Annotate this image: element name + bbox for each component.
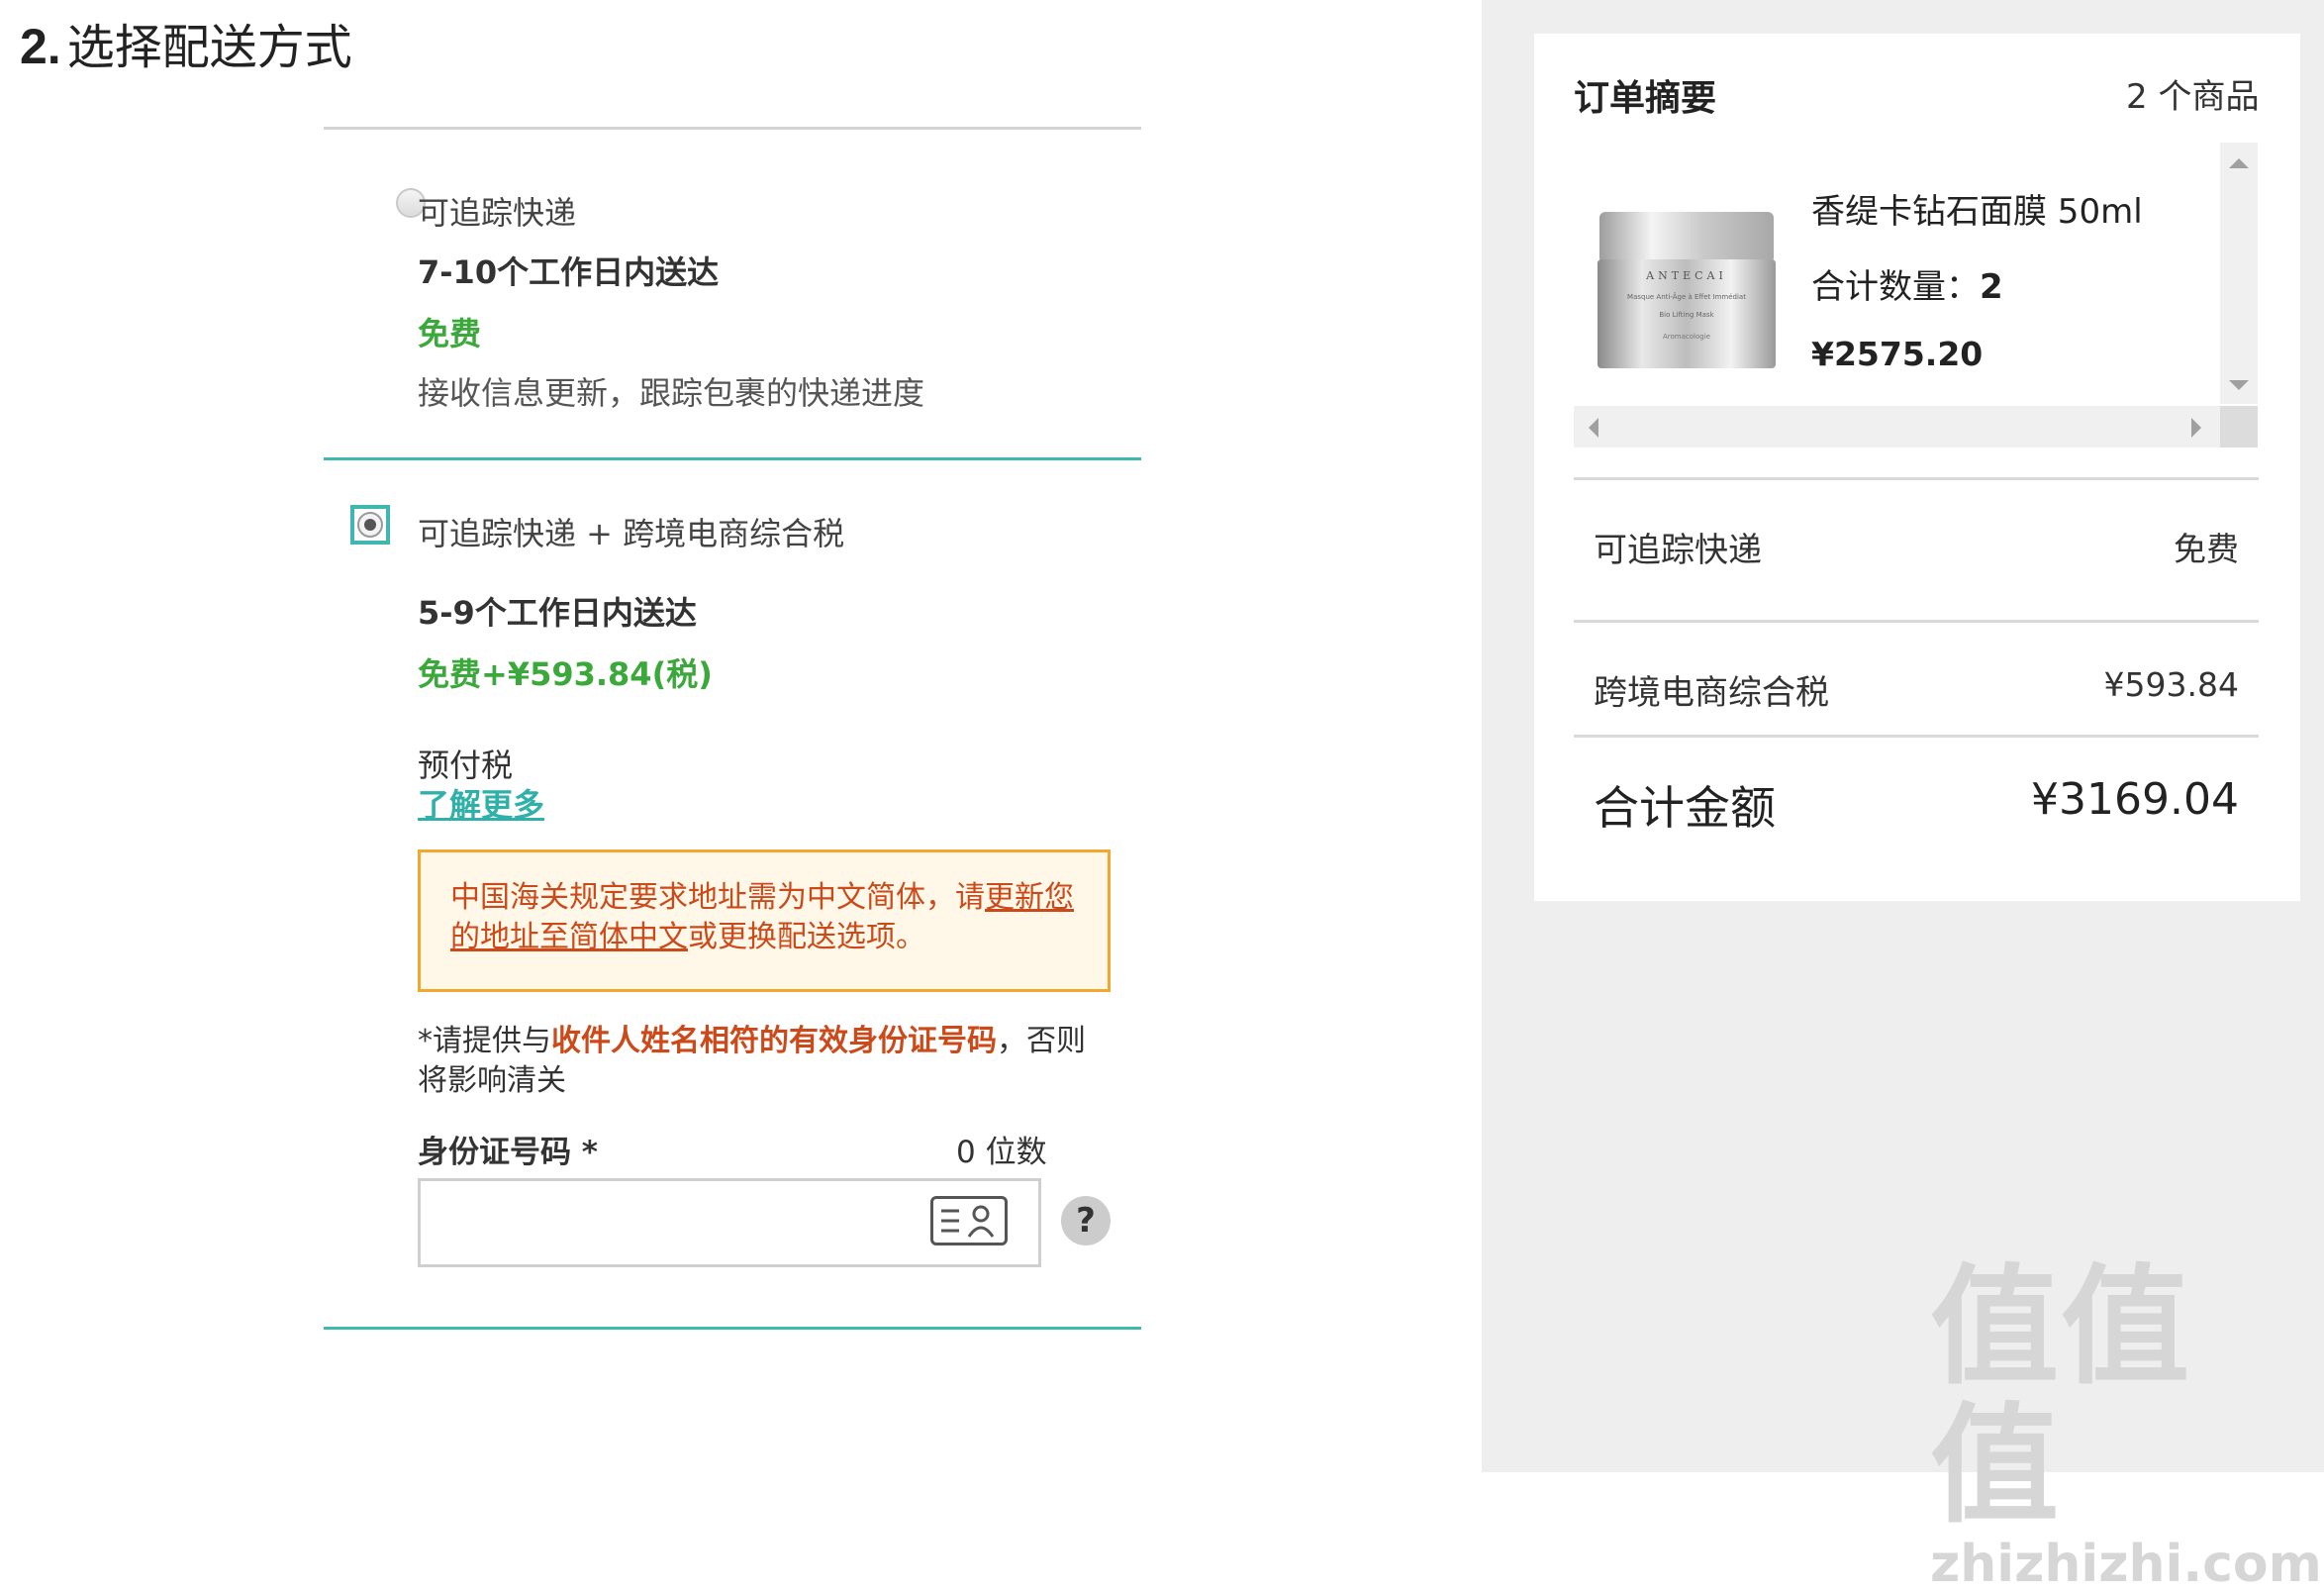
help-icon[interactable]: ? [1061, 1196, 1111, 1245]
shipping-option-1-description: 接收信息更新，跟踪包裹的快递进度 [418, 374, 925, 412]
divider [1574, 735, 2259, 738]
horizontal-scrollbar[interactable] [1574, 406, 2220, 448]
id-note-text: *请提供与 [418, 1024, 551, 1058]
watermark-url: zhizhizhi.com [1930, 1535, 2322, 1594]
scroll-right-arrow-icon[interactable] [2191, 418, 2201, 438]
shipping-option-1-delivery-time: 7-10个工作日内送达 [418, 253, 720, 291]
shipping-summary-label: 可追踪快递 [1594, 531, 1762, 570]
address-warning-box: 中国海关规定要求地址需为中文简体，请更新您的地址至简体中文或更换配送选项。 [418, 849, 1111, 992]
tax-summary-label: 跨境电商综合税 [1594, 673, 1829, 713]
divider [1574, 620, 2259, 623]
shipping-option-2-price: 免费+¥593.84(税) [418, 655, 713, 693]
divider [324, 457, 1141, 460]
shipping-option-2-delivery-time: 5-9个工作日内送达 [418, 594, 697, 632]
total-value: ¥3169.04 [2031, 774, 2239, 825]
id-number-label: 身份证号码 * [418, 1135, 599, 1170]
scroll-down-arrow-icon[interactable] [2229, 380, 2249, 390]
scroll-left-arrow-icon[interactable] [1589, 418, 1598, 438]
order-item-count: 2 个商品 [2126, 77, 2260, 117]
quantity-value: 2 [1980, 267, 2003, 307]
jar-text-3: Bio Lifting Mask [1659, 311, 1714, 319]
id-requirement-note: *请提供与收件人姓名相符的有效身份证号码，否则将影响清关 [418, 1022, 1111, 1101]
jar-text-2: Masque Anti-Âge à Effet Immédiat [1627, 292, 1746, 301]
tax-summary-value: ¥593.84 [2103, 665, 2239, 704]
scrollbar-corner [2220, 406, 2258, 448]
radio-inner [357, 512, 383, 538]
watermark: 值值值 zhizhizhi.com [1930, 1251, 2322, 1594]
step-title-text: 选择配送方式 [66, 20, 352, 75]
jar-brand-text: ANTECAI [1645, 269, 1727, 282]
jar-text-4: Aromacologie [1663, 333, 1710, 341]
product-quantity: 合计数量：2 [1811, 259, 2003, 308]
watermark-logo: 值值值 [1930, 1251, 2192, 1541]
product-name[interactable]: 香缇卡钻石面膜 50ml [1811, 184, 2143, 233]
warning-text-end: 或更换配送选项。 [688, 920, 925, 954]
id-card-icon[interactable] [930, 1196, 1008, 1245]
vertical-scrollbar[interactable] [2220, 143, 2258, 404]
shipping-option-2-radio[interactable] [350, 505, 390, 545]
learn-more-link[interactable]: 了解更多 [418, 780, 544, 826]
quantity-label: 合计数量： [1811, 267, 1980, 307]
divider [324, 1327, 1141, 1330]
divider [324, 127, 1141, 130]
product-image: ANTECAI Masque Anti-Âge à Effet Immédiat… [1592, 204, 1782, 374]
scroll-up-arrow-icon[interactable] [2229, 158, 2249, 168]
shipping-option-2-label[interactable]: 可追踪快递 + 跨境电商综合税 [418, 509, 844, 554]
radio-dot [364, 519, 376, 531]
warning-text: 中国海关规定要求地址需为中文简体，请 [450, 880, 985, 915]
id-digit-count: 0 位数 [956, 1135, 1047, 1170]
shipping-option-1-label[interactable]: 可追踪快递 [418, 188, 576, 234]
id-note-emphasis: 收件人姓名相符的有效身份证号码 [551, 1024, 997, 1058]
divider [1574, 477, 2259, 480]
total-label: 合计金额 [1594, 781, 1776, 835]
shipping-option-1-price: 免费 [418, 315, 482, 352]
step-number: 2. [20, 19, 61, 74]
section-title: 2. 选择配送方式 [20, 8, 352, 77]
order-summary-title: 订单摘要 [1574, 78, 1717, 119]
shipping-summary-value: 免费 [2174, 530, 2239, 568]
product-price: ¥2575.20 [1811, 335, 1984, 373]
